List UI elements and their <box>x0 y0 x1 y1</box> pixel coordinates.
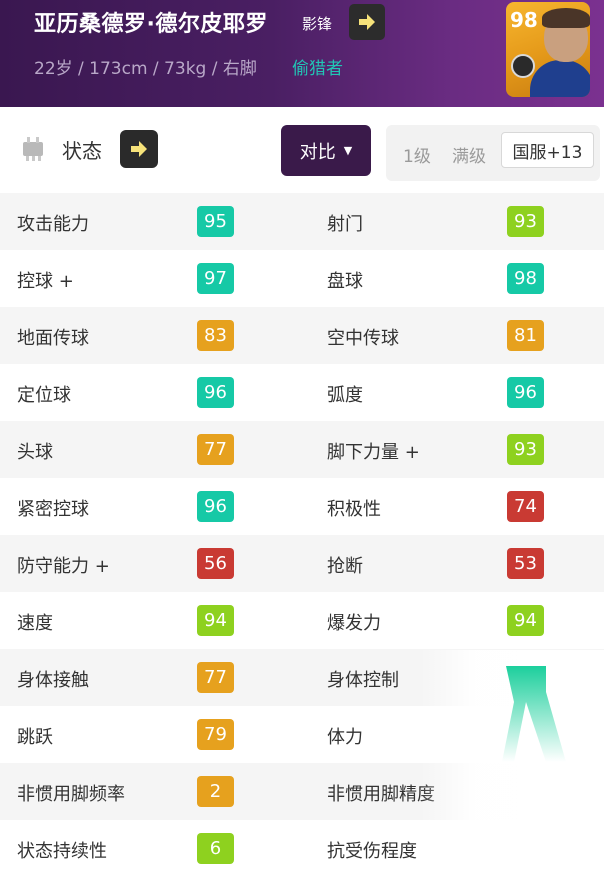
stat-label: 非惯用脚频率 <box>17 784 125 805</box>
watermark-logo <box>502 666 566 762</box>
controls-bar: 状态 对比 ▼ 1级 满级 国服+13 <box>0 107 604 193</box>
stat-label: 跳跃 <box>17 727 53 748</box>
stat-label: 弧度 <box>327 385 363 406</box>
stat-label: 攻击能力 <box>17 214 89 235</box>
stat-value-badge: 53 <box>507 548 544 579</box>
stat-label: 头球 <box>17 442 53 463</box>
stat-row: 定位球 96 弧度 96 <box>0 364 604 421</box>
card-rating: 98 <box>510 8 538 32</box>
stat-row: 紧密控球 96 积极性 74 <box>0 478 604 535</box>
stat-value-badge: 74 <box>507 491 544 522</box>
stat-label: 速度 <box>17 613 53 634</box>
stat-row: 速度 94 爆发力 94 <box>0 592 604 649</box>
stat-value-badge: 83 <box>197 320 234 351</box>
stat-value-badge: 93 <box>507 434 544 465</box>
stat-label: 身体接触 <box>17 670 89 691</box>
stat-value-badge: 95 <box>197 206 234 237</box>
stat-label: 身体控制 <box>327 670 399 691</box>
stat-value-badge: 94 <box>197 605 234 636</box>
stat-value-badge: 77 <box>197 434 234 465</box>
stat-label: 紧密控球 <box>17 499 89 520</box>
stat-value-badge: 93 <box>507 206 544 237</box>
status-switch-button[interactable] <box>120 130 158 168</box>
player-info: 22岁 / 173cm / 73kg / 右脚 <box>34 59 257 79</box>
stat-row: 攻击能力 95 射门 93 <box>0 193 604 250</box>
stat-label: 控球 + <box>17 271 74 292</box>
status-icon <box>23 137 43 161</box>
level-selector: 1级 满级 国服+13 <box>386 125 600 181</box>
level-max-option[interactable]: 满级 <box>452 142 486 167</box>
caret-down-icon: ▼ <box>343 144 353 157</box>
stat-value-badge: 81 <box>507 320 544 351</box>
stat-label: 射门 <box>327 214 363 235</box>
stat-value-badge: 94 <box>507 605 544 636</box>
stat-label: 积极性 <box>327 499 381 520</box>
stat-label: 状态持续性 <box>17 841 107 862</box>
stat-value-badge: 96 <box>507 377 544 408</box>
stat-value-badge: 98 <box>507 263 544 294</box>
arrow-right-icon <box>131 141 147 157</box>
stat-row: 控球 + 97 盘球 98 <box>0 250 604 307</box>
compare-button[interactable]: 对比 ▼ <box>281 125 371 176</box>
card-shirt <box>530 60 590 97</box>
stat-value-badge: 56 <box>197 548 234 579</box>
stat-label: 抗受伤程度 <box>327 841 417 862</box>
stat-label: 定位球 <box>17 385 71 406</box>
compare-label: 对比 <box>299 141 336 163</box>
club-badge-icon <box>511 54 535 78</box>
stat-row: 防守能力 + 56 抢断 53 <box>0 535 604 592</box>
stat-label: 防守能力 + <box>17 556 110 577</box>
stat-value-badge: 79 <box>197 719 234 750</box>
card-hair <box>542 8 590 28</box>
stat-label: 脚下力量 + <box>327 442 420 463</box>
stat-value-badge: 77 <box>197 662 234 693</box>
stat-row: 地面传球 83 空中传球 81 <box>0 307 604 364</box>
stat-label: 抢断 <box>327 556 363 577</box>
stat-value-badge: 96 <box>197 491 234 522</box>
level-1-option[interactable]: 1级 <box>403 142 431 167</box>
stat-label: 爆发力 <box>327 613 381 634</box>
server-level-option[interactable]: 国服+13 <box>501 132 594 168</box>
player-header: 亚历桑德罗·德尔皮耶罗 影锋 22岁 / 173cm / 73kg / 右脚 偷… <box>0 0 604 107</box>
stat-label: 空中传球 <box>327 328 399 349</box>
arrow-right-icon <box>359 14 375 30</box>
stat-value-badge: 6 <box>197 833 234 864</box>
stat-label: 体力 <box>327 727 363 748</box>
stat-row: 头球 77 脚下力量 + 93 <box>0 421 604 478</box>
stat-label: 非惯用脚精度 <box>327 784 435 805</box>
position-switch-button[interactable] <box>349 4 385 40</box>
player-name: 亚历桑德罗·德尔皮耶罗 <box>34 12 268 37</box>
stat-value-badge: 96 <box>197 377 234 408</box>
player-style[interactable]: 偷猎者 <box>292 54 343 79</box>
player-position: 影锋 <box>302 15 333 33</box>
stat-value-badge: 97 <box>197 263 234 294</box>
stat-label: 盘球 <box>327 271 363 292</box>
player-card[interactable]: 98 <box>506 2 590 97</box>
status-label: 状态 <box>62 139 102 163</box>
stat-value-badge: 2 <box>197 776 234 807</box>
stat-label: 地面传球 <box>17 328 89 349</box>
